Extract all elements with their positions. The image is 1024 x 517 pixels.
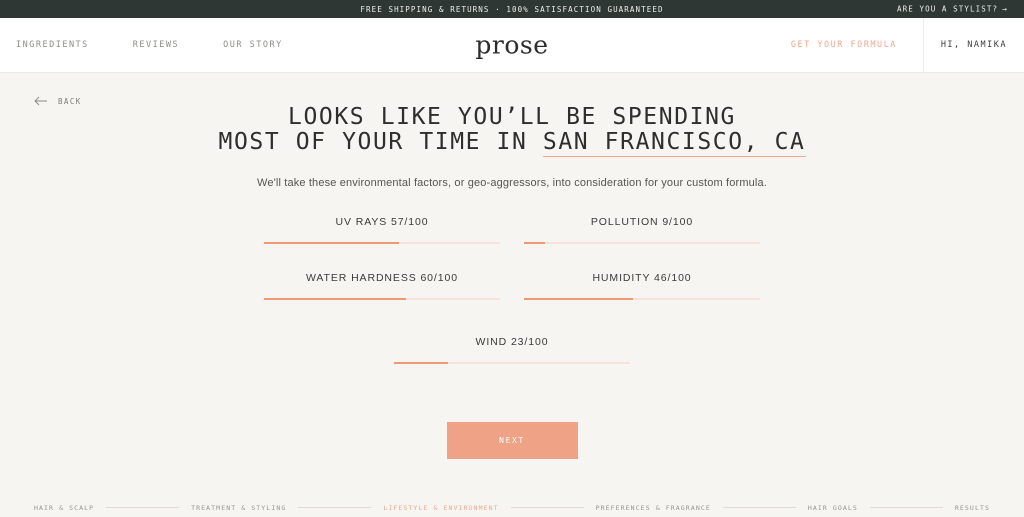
page-subtitle: We'll take these environmental factors, … xyxy=(257,177,767,189)
metric-wind-fill xyxy=(394,362,449,364)
metric-pollution-label: POLLUTION 9/100 xyxy=(590,216,694,228)
step-connector-4 xyxy=(722,507,796,508)
stylist-link-label: ARE YOU A STYLIST? xyxy=(897,4,999,14)
step-hair-and-scalp[interactable]: HAIR & SCALP xyxy=(34,504,94,512)
metric-uv-rays-label: UV RAYS 57/100 xyxy=(335,216,429,228)
primary-nav: INGREDIENTS REVIEWS OUR STORY xyxy=(0,40,283,50)
metric-wind-track xyxy=(394,362,630,364)
metric-water-hardness-label: WATER HARDNESS 60/100 xyxy=(306,272,458,284)
step-treatment-and-styling[interactable]: TREATMENT & STYLING xyxy=(191,504,286,512)
step-hair-goals[interactable]: HAIR GOALS xyxy=(808,504,858,512)
arrow-right-icon: → xyxy=(1002,4,1008,13)
step-lifestyle-and-environment[interactable]: LIFESTYLE & ENVIRONMENT xyxy=(383,504,498,512)
prose-logo[interactable]: prose xyxy=(475,31,548,60)
headline-line-2-prefix: MOST OF YOUR TIME IN xyxy=(218,129,543,155)
back-button[interactable]: BACK xyxy=(34,96,82,106)
headline-line-1: LOOKS LIKE YOU’LL BE SPENDING xyxy=(288,104,736,130)
step-connector-2 xyxy=(298,507,372,508)
metric-humidity: HUMIDITY 46/100 xyxy=(524,272,760,300)
metric-uv-rays: UV RAYS 57/100 xyxy=(264,216,500,244)
stylist-link[interactable]: ARE YOU A STYLIST? → xyxy=(897,5,1008,14)
header-right-group: GET YOUR FORMULA HI, NAMIKA xyxy=(765,18,1024,72)
main-content: BACK LOOKS LIKE YOU’LL BE SPENDING MOST … xyxy=(0,73,1024,517)
next-button[interactable]: NEXT xyxy=(446,422,578,459)
metric-uv-rays-fill xyxy=(264,242,399,244)
metric-pollution: POLLUTION 9/100 xyxy=(524,216,760,244)
nav-item-ingredients[interactable]: INGREDIENTS xyxy=(16,40,89,50)
metric-wind-label: WIND 23/100 xyxy=(475,336,549,348)
page-title: LOOKS LIKE YOU’LL BE SPENDING MOST OF YO… xyxy=(0,73,1024,157)
metric-water-hardness: WATER HARDNESS 60/100 xyxy=(264,272,500,300)
next-button-wrapper: NEXT xyxy=(0,422,1024,459)
metric-water-hardness-fill xyxy=(264,298,406,300)
metric-pollution-track xyxy=(524,242,760,244)
step-connector-3 xyxy=(510,507,584,508)
metric-row-2: WATER HARDNESS 60/100 HUMIDITY 46/100 xyxy=(264,272,760,328)
metric-pollution-fill xyxy=(524,242,546,244)
announcement-bar: FREE SHIPPING & RETURNS · 100% SATISFACT… xyxy=(0,0,1024,18)
nav-item-reviews[interactable]: REVIEWS xyxy=(133,40,179,50)
step-results[interactable]: RESULTS xyxy=(955,504,990,512)
metric-humidity-fill xyxy=(524,298,633,300)
step-connector-1 xyxy=(106,507,180,508)
headline-city: SAN FRANCISCO, CA xyxy=(542,129,806,157)
get-your-formula-button[interactable]: GET YOUR FORMULA xyxy=(765,18,923,72)
step-connector-5 xyxy=(869,507,943,508)
arrow-left-icon xyxy=(34,96,48,106)
metric-water-hardness-track xyxy=(264,298,500,300)
metric-humidity-label: HUMIDITY 46/100 xyxy=(592,272,692,284)
account-greeting[interactable]: HI, NAMIKA xyxy=(924,18,1024,72)
metric-humidity-track xyxy=(524,298,760,300)
step-preferences-and-fragrance[interactable]: PREFERENCES & FRAGRANCE xyxy=(596,504,711,512)
nav-item-our-story[interactable]: OUR STORY xyxy=(223,40,283,50)
metric-wind: WIND 23/100 xyxy=(394,336,630,364)
metric-uv-rays-track xyxy=(264,242,500,244)
back-button-label: BACK xyxy=(58,96,82,106)
metric-row-1: UV RAYS 57/100 POLLUTION 9/100 xyxy=(264,216,760,272)
metric-row-3: WIND 23/100 xyxy=(264,336,760,392)
progress-steps: HAIR & SCALP TREATMENT & STYLING LIFESTY… xyxy=(0,498,1024,517)
site-header: INGREDIENTS REVIEWS OUR STORY prose GET … xyxy=(0,18,1024,73)
announcement-text: FREE SHIPPING & RETURNS · 100% SATISFACT… xyxy=(360,4,664,14)
geo-aggressor-metrics: UV RAYS 57/100 POLLUTION 9/100 WATER HAR… xyxy=(0,216,1024,392)
